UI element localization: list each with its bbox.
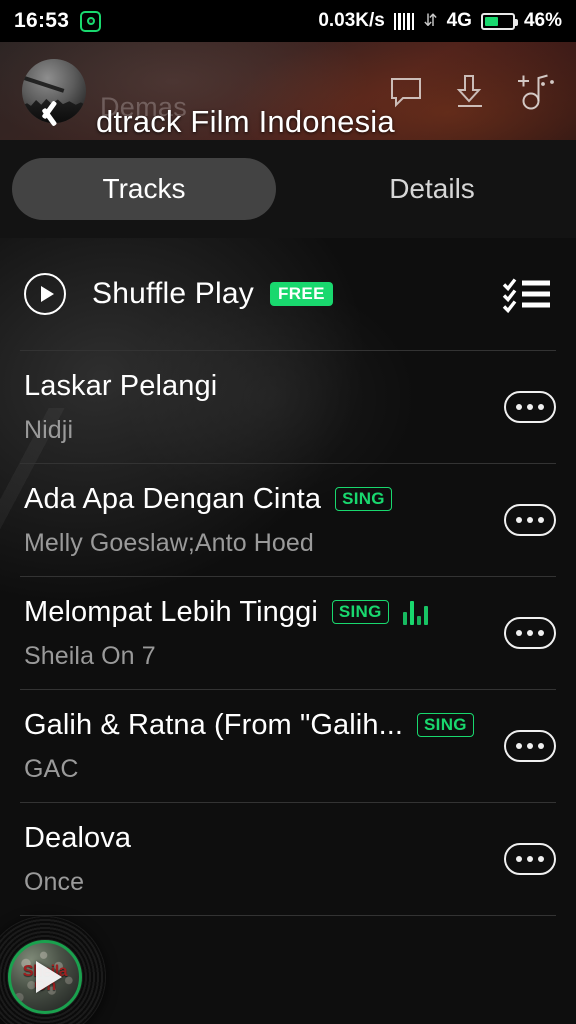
- track-rows: Shuffle Play FREE Laskar Pelangi Nidji A…: [0, 238, 576, 916]
- track-row[interactable]: Melompat Lebih Tinggi SING Sheila On 7: [0, 577, 576, 689]
- signal-bars-icon: [393, 12, 415, 30]
- battery-icon: [480, 12, 518, 30]
- status-right-cluster: 0.03K/s ⇵ 4G 46%: [318, 10, 562, 32]
- track-info: Ada Apa Dengan Cinta SING Melly Goeslaw;…: [24, 483, 490, 558]
- data-transfer-icon: ⇵: [423, 10, 438, 30]
- sing-badge: SING: [331, 600, 389, 624]
- track-title-row: Dealova: [24, 822, 490, 855]
- track-row[interactable]: Dealova Once: [0, 803, 576, 915]
- status-clock: 16:53: [14, 9, 70, 32]
- track-title: Ada Apa Dengan Cinta: [24, 482, 322, 515]
- track-artist: GAC: [24, 754, 79, 783]
- shuffle-play-label: Shuffle Play: [92, 277, 254, 310]
- track-row[interactable]: Laskar Pelangi Nidji: [0, 351, 576, 463]
- more-options-icon[interactable]: [504, 843, 556, 875]
- back-chevron-icon[interactable]: [30, 100, 56, 126]
- more-options-icon[interactable]: [504, 617, 556, 649]
- track-row[interactable]: Galih & Ratna (From "Galih... SING GAC: [0, 690, 576, 802]
- track-artist: Once: [24, 867, 85, 896]
- checklist-icon[interactable]: [502, 272, 552, 316]
- app-header: Demas dtrack Film Indonesia: [0, 42, 576, 140]
- play-icon[interactable]: [36, 961, 62, 993]
- tab-bar: Tracks Details: [0, 140, 576, 238]
- track-title: Dealova: [24, 821, 132, 854]
- track-row[interactable]: Ada Apa Dengan Cinta SING Melly Goeslaw;…: [0, 464, 576, 576]
- track-info: Melompat Lebih Tinggi SING Sheila On 7: [24, 596, 490, 671]
- add-music-note-icon[interactable]: [512, 68, 558, 114]
- track-info: Dealova Once: [24, 822, 490, 897]
- status-bar: 16:53 0.03K/s ⇵ 4G 46%: [0, 0, 576, 42]
- track-artist: Nidji: [24, 415, 74, 444]
- track-title: Laskar Pelangi: [24, 369, 218, 402]
- track-artist: Sheila On 7: [24, 641, 156, 670]
- header-actions: [384, 42, 558, 140]
- network-speed-label: 0.03K/s: [318, 10, 385, 31]
- row-divider: [20, 915, 556, 916]
- track-title-row: Ada Apa Dengan Cinta SING: [24, 483, 490, 516]
- sing-badge: SING: [417, 713, 474, 737]
- track-title: Galih & Ratna (From "Galih...: [24, 708, 404, 741]
- network-type-label: 4G: [446, 10, 472, 31]
- sing-badge: SING: [335, 487, 392, 511]
- tab-details[interactable]: Details: [300, 158, 564, 220]
- download-icon[interactable]: [448, 69, 492, 113]
- mini-player-artwork: Sheila On: [8, 940, 82, 1014]
- track-list-container: Shuffle Play FREE Laskar Pelangi Nidji A…: [0, 238, 576, 1024]
- tab-tracks[interactable]: Tracks: [12, 158, 276, 220]
- track-artist: Melly Goeslaw;Anto Hoed: [24, 528, 314, 557]
- more-options-icon[interactable]: [504, 504, 556, 536]
- track-info: Laskar Pelangi Nidji: [24, 370, 490, 445]
- now-playing-equalizer-icon: [402, 599, 428, 625]
- app-screen: 16:53 0.03K/s ⇵ 4G 46% Demas dtrack Film…: [0, 0, 576, 1024]
- track-info: Galih & Ratna (From "Galih... SING GAC: [24, 709, 490, 784]
- track-title-row: Melompat Lebih Tinggi SING: [24, 596, 490, 629]
- play-circle-icon[interactable]: [24, 273, 66, 315]
- battery-level-label: 46%: [523, 10, 562, 31]
- free-badge: FREE: [269, 282, 333, 306]
- track-title: Melompat Lebih Tinggi: [24, 595, 318, 628]
- shuffle-play-row[interactable]: Shuffle Play FREE: [0, 238, 576, 350]
- screen-record-icon: [80, 10, 102, 32]
- more-options-icon[interactable]: [504, 730, 556, 762]
- page-title: dtrack Film Indonesia: [96, 104, 395, 139]
- track-title-row: Galih & Ratna (From "Galih... SING: [24, 709, 490, 742]
- more-options-icon[interactable]: [504, 391, 556, 423]
- track-title-row: Laskar Pelangi: [24, 370, 490, 403]
